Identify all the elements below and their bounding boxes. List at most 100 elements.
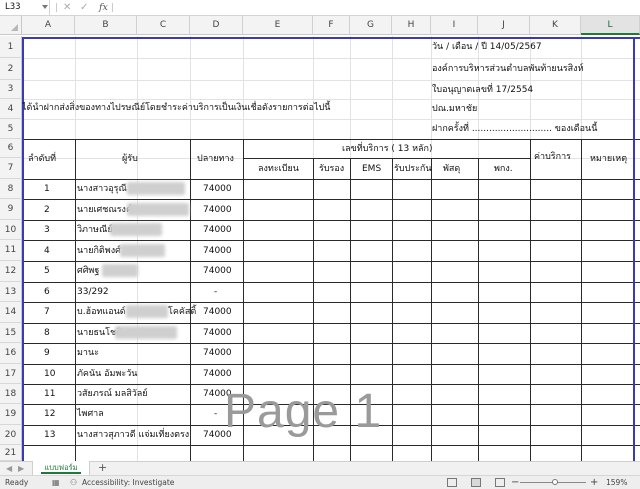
row-header-19[interactable]: 19 (0, 404, 22, 425)
column-header-k[interactable]: K (530, 16, 581, 35)
row-1-name: นางสาวอุรุณี (77, 184, 127, 194)
sheet-tab-form[interactable]: แบบฟอร์ม (32, 461, 90, 475)
zoom-in-button[interactable]: + (590, 476, 598, 489)
next-sheet-icon[interactable]: ▶ (18, 462, 24, 475)
redacted-block (127, 182, 185, 195)
column-header-b[interactable]: B (75, 16, 137, 35)
column-header-d[interactable]: D (190, 16, 243, 35)
row-11-name: วสัยภรณ์ มลสิวัลย์ (77, 389, 148, 399)
name-box-value: L33 (5, 2, 21, 12)
zoom-slider-handle[interactable] (552, 479, 558, 485)
normal-view-icon[interactable] (447, 478, 457, 487)
row-12-seq: 12 (44, 409, 56, 419)
row-9-seq: 9 (44, 348, 50, 358)
column-header-j[interactable]: J (478, 16, 530, 35)
redacted-block (127, 203, 189, 216)
header-seq: ลำดับที่ (28, 154, 57, 164)
row-header-18[interactable]: 18 (0, 384, 22, 404)
chevron-down-icon[interactable] (42, 5, 48, 9)
row-header-21[interactable]: 21 (0, 445, 22, 461)
zoom-out-button[interactable]: − (511, 476, 519, 489)
header-certified: รับรอง (319, 164, 345, 174)
row-3-dest: 74000 (203, 225, 232, 235)
row-3-seq: 3 (44, 225, 50, 235)
column-header-f[interactable]: F (313, 16, 350, 35)
accessibility-icon[interactable]: ⚇ (70, 476, 77, 489)
row-header-2[interactable]: 2 (0, 58, 22, 80)
row-8-seq: 8 (44, 328, 50, 338)
header-parcel: พัสดุ (443, 164, 461, 174)
org-name: องค์การบริหารส่วนตำบลพันท้ายนรสิงห์ (432, 64, 584, 74)
row-10-seq: 10 (44, 369, 56, 379)
row-header-10[interactable]: 10 (0, 220, 22, 240)
row-11-seq: 11 (44, 389, 56, 399)
status-ready: Ready (5, 478, 29, 487)
row-header-16[interactable]: 16 (0, 343, 22, 364)
row-header-1[interactable]: 1 (0, 36, 22, 58)
row-7-seq: 7 (44, 307, 50, 317)
row-1-seq: 1 (44, 184, 50, 194)
zoom-level[interactable]: 159% (606, 476, 627, 489)
page-break-view-icon[interactable] (495, 478, 505, 487)
column-header-g[interactable]: G (350, 16, 392, 35)
formula-bar: L33 ✕ ✓ fx (0, 0, 640, 16)
row-header-9[interactable]: 9 (0, 199, 22, 220)
divider (56, 3, 57, 12)
row-7-dest: 74000 (203, 307, 232, 317)
row-8-dest: 74000 (203, 328, 232, 338)
header-ems: EMS (362, 164, 382, 174)
print-area-border (633, 37, 635, 461)
column-header-e[interactable]: E (243, 16, 313, 35)
row-header-13[interactable]: 13 (0, 282, 22, 302)
row-header-17[interactable]: 17 (0, 364, 22, 384)
column-header-i[interactable]: I (431, 16, 478, 35)
row-6-dest: - (214, 287, 218, 297)
column-header-a[interactable]: A (22, 16, 75, 35)
row-header-5[interactable]: 5 (0, 119, 22, 139)
header-insured: รับประกัน (394, 164, 432, 174)
page-layout-icon[interactable] (471, 478, 481, 487)
row-6-name: 33/292 (77, 287, 109, 297)
row-5-dest: 74000 (203, 266, 232, 276)
redacted-block (126, 305, 168, 318)
row-7-suffix: โคคัสติ้ (168, 307, 197, 317)
print-area-border (22, 37, 640, 39)
column-header-l[interactable]: L (581, 16, 640, 35)
row-header-14[interactable]: 14 (0, 302, 22, 323)
date-line: วัน / เดือน / ปี 14/05/2567 (432, 42, 542, 52)
row-header-4[interactable]: 4 (0, 99, 22, 119)
column-header-h[interactable]: H (392, 16, 431, 35)
row-6-seq: 6 (44, 287, 50, 297)
row-12-dest: - (214, 409, 218, 419)
column-header-c[interactable]: C (137, 16, 190, 35)
row-header-6[interactable]: 6 (0, 139, 22, 158)
accessibility-status[interactable]: Accessibility: Investigate (82, 476, 174, 489)
row-5-name: ศศิพฐ (77, 266, 100, 276)
header-recipient: ผู้รับ (122, 154, 138, 164)
row-12-name: ไพศาล (77, 409, 104, 419)
row-header-20[interactable]: 20 (0, 425, 22, 445)
row-9-dest: 74000 (203, 348, 232, 358)
row-13-name: นางสาวสุภาวดี แจ่มเที่ยงตรง (77, 430, 190, 440)
row-10-name: ภัคนัน อัมพะวัน (77, 369, 138, 379)
print-area-border (22, 37, 24, 461)
row-10-dest: 74000 (203, 369, 232, 379)
header-destination: ปลายทาง (197, 154, 234, 164)
row-header-3[interactable]: 3 (0, 80, 22, 99)
check-icon[interactable]: ✓ (80, 0, 88, 15)
header-registered: ลงทะเบียน (258, 164, 299, 174)
prev-sheet-icon[interactable]: ◀ (6, 462, 12, 475)
row-header-12[interactable]: 12 (0, 261, 22, 282)
function-icon[interactable]: fx (99, 0, 108, 15)
row-header-7[interactable]: 7 (0, 158, 22, 179)
row-3-name: วิภาษณีย์ (77, 225, 113, 235)
row-header-15[interactable]: 15 (0, 323, 22, 343)
row-9-name: มานะ (77, 348, 99, 358)
post-office: ปณ.มหาชัย (432, 104, 478, 114)
add-sheet-button[interactable]: + (98, 462, 107, 474)
cancel-icon[interactable]: ✕ (63, 0, 71, 15)
row-header-11[interactable]: 11 (0, 240, 22, 261)
page-watermark: Page 1 (224, 385, 383, 438)
row-header-8[interactable]: 8 (0, 179, 22, 199)
row-7-name: บ.ฮ้อทแอนด์ (77, 307, 126, 317)
